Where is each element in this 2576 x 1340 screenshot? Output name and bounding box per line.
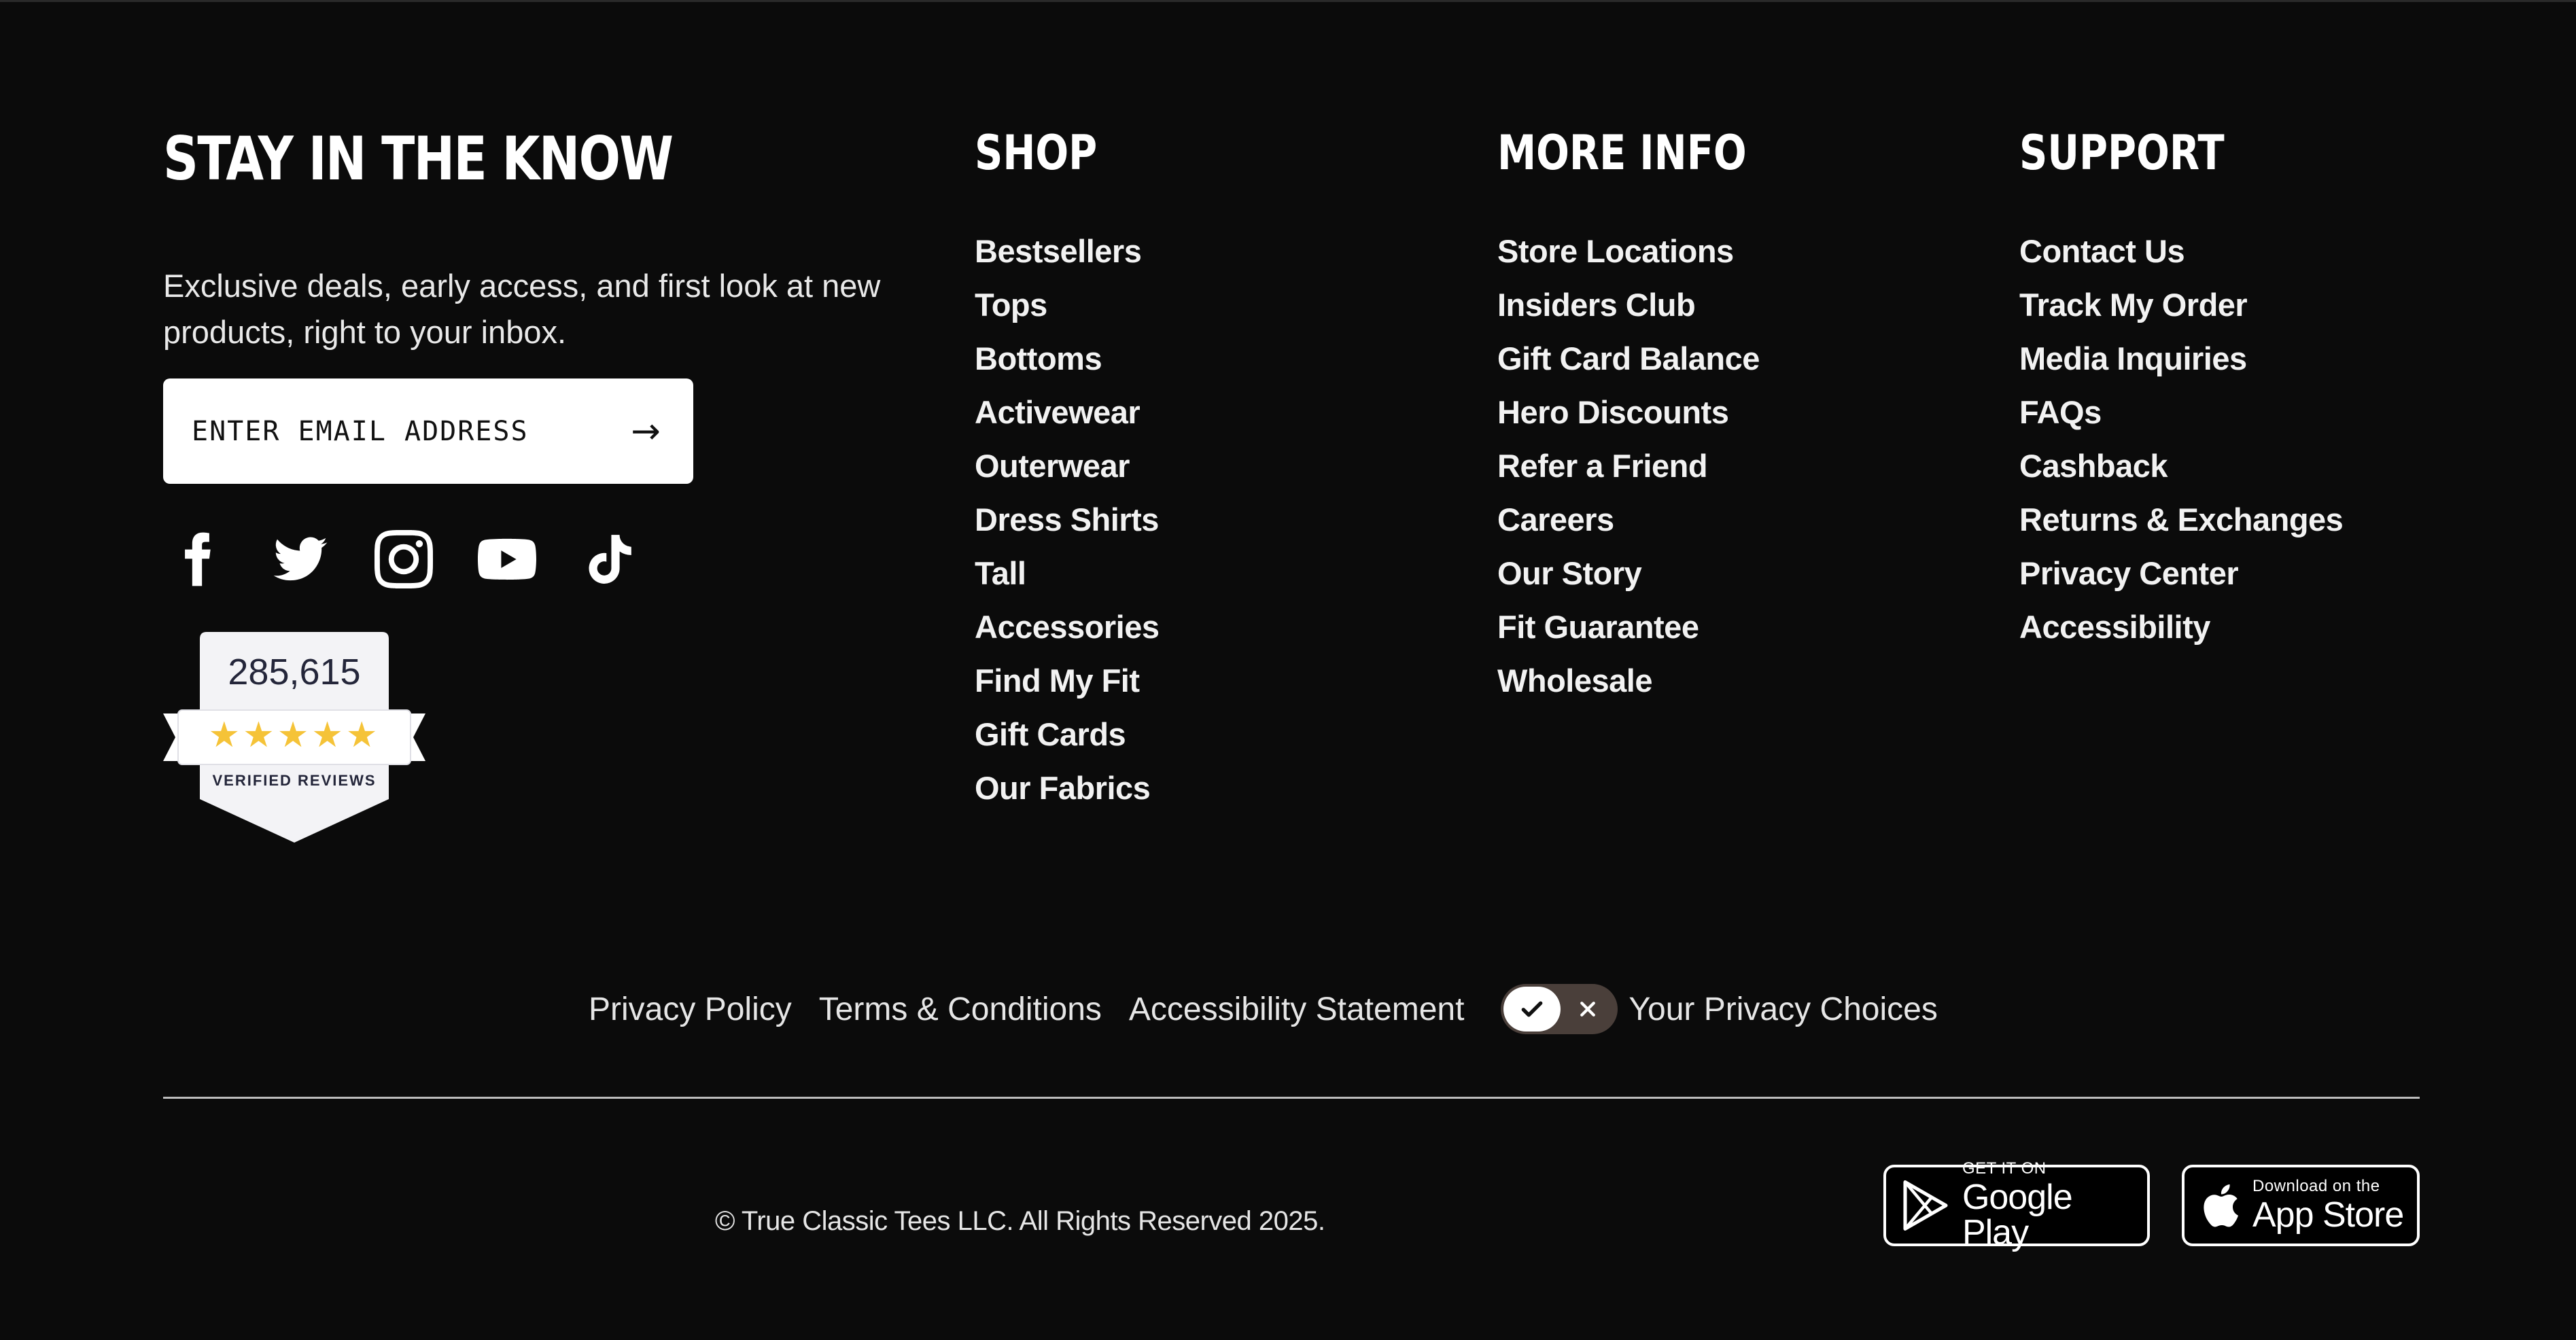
verified-reviews-badge[interactable]: 285,615 ★★★★★ VERIFIED REVIEWS [163, 632, 425, 843]
instagram-icon[interactable] [370, 525, 438, 593]
privacy-choices-link[interactable]: Your Privacy Choices [1629, 991, 1937, 1028]
tiktok-icon[interactable] [576, 525, 644, 593]
support-link-media-inquiries[interactable]: Media Inquiries [2019, 340, 2247, 376]
accessibility-statement-link[interactable]: Accessibility Statement [1129, 991, 1465, 1028]
info-link-insiders-club[interactable]: Insiders Club [1497, 287, 1696, 323]
privacy-choices-toggle[interactable] [1501, 984, 1618, 1034]
shop-link-bottoms[interactable]: Bottoms [975, 340, 1102, 376]
more-info-links: Store Locations Insiders Club Gift Card … [1497, 224, 1932, 707]
shop-link-gift-cards[interactable]: Gift Cards [975, 716, 1126, 752]
info-link-our-story[interactable]: Our Story [1497, 555, 1642, 591]
info-link-wholesale[interactable]: Wholesale [1497, 663, 1652, 699]
apple-icon [2204, 1184, 2238, 1227]
shop-link-dress-shirts[interactable]: Dress Shirts [975, 501, 1159, 537]
support-link-privacy-center[interactable]: Privacy Center [2019, 555, 2239, 591]
shop-link-activewear[interactable]: Activewear [975, 394, 1141, 430]
app-store-small-text: Download on the [2252, 1177, 2380, 1195]
info-link-careers[interactable]: Careers [1497, 501, 1614, 537]
email-submit-arrow-icon[interactable]: → [625, 404, 666, 459]
support-link-accessibility[interactable]: Accessibility [2019, 609, 2210, 645]
support-link-returns-exchanges[interactable]: Returns & Exchanges [2019, 501, 2344, 537]
checkmark-icon [1522, 1001, 1543, 1017]
email-input[interactable] [190, 415, 625, 448]
info-link-refer-a-friend[interactable]: Refer a Friend [1497, 448, 1708, 484]
shop-column: SHOP Bestsellers Tops Bottoms Activewear… [975, 125, 1160, 806]
support-column: SUPPORT Contact Us Track My Order Media … [2019, 125, 2344, 645]
support-link-contact-us[interactable]: Contact Us [2019, 233, 2185, 269]
google-play-label: Google Play [1962, 1178, 2073, 1252]
info-link-hero-discounts[interactable]: Hero Discounts [1497, 394, 1729, 430]
review-count: 285,615 [228, 652, 361, 692]
shop-link-our-fabrics[interactable]: Our Fabrics [975, 770, 1151, 806]
legal-links: Privacy Policy Terms & Conditions Access… [589, 978, 1938, 1040]
shop-link-find-my-fit[interactable]: Find My Fit [975, 663, 1140, 699]
twitter-icon[interactable] [266, 525, 334, 593]
shop-links: Bestsellers Tops Bottoms Activewear Oute… [975, 224, 1410, 815]
terms-conditions-link[interactable]: Terms & Conditions [819, 991, 1102, 1028]
top-border [0, 0, 2576, 2]
email-form: → [163, 378, 693, 484]
support-link-track-my-order[interactable]: Track My Order [2019, 287, 2248, 323]
support-link-faqs[interactable]: FAQs [2019, 394, 2102, 430]
google-play-button[interactable]: GET IT ON Google Play [1883, 1161, 2150, 1250]
app-store-button[interactable]: Download on the App Store [2182, 1165, 2420, 1246]
shop-link-accessories[interactable]: Accessories [975, 609, 1160, 645]
toggle-off-side [1561, 999, 1615, 1019]
shop-heading: SHOP [975, 125, 1098, 181]
support-link-cashback[interactable]: Cashback [2019, 448, 2168, 484]
toggle-knob [1503, 987, 1561, 1032]
verified-reviews-label: VERIFIED REVIEWS [212, 772, 377, 789]
app-store-label: App Store [2252, 1195, 2404, 1235]
newsletter-section: STAY IN THE KNOW Exclusive deals, early … [163, 124, 952, 588]
google-play-icon [1903, 1180, 1948, 1231]
support-heading: SUPPORT [2019, 125, 2225, 181]
shop-link-tops[interactable]: Tops [975, 287, 1047, 323]
info-link-store-locations[interactable]: Store Locations [1497, 233, 1734, 269]
footer-divider [163, 1097, 2420, 1099]
shop-link-bestsellers[interactable]: Bestsellers [975, 233, 1142, 269]
support-links: Contact Us Track My Order Media Inquirie… [2019, 224, 2454, 654]
newsletter-title: STAY IN THE KNOW [163, 124, 674, 194]
google-play-small-text: GET IT ON [1962, 1159, 2047, 1178]
close-icon [1580, 1002, 1596, 1017]
info-link-gift-card-balance[interactable]: Gift Card Balance [1497, 340, 1760, 376]
facebook-icon[interactable] [163, 525, 231, 593]
copyright-text: © True Classic Tees LLC. All Rights Rese… [715, 1206, 1325, 1236]
social-links [163, 525, 680, 593]
privacy-policy-link[interactable]: Privacy Policy [589, 991, 792, 1028]
more-info-heading: MORE INFO [1497, 125, 1747, 181]
rating-stars: ★★★★★ [208, 715, 381, 756]
shop-link-outerwear[interactable]: Outerwear [975, 448, 1130, 484]
shop-link-tall[interactable]: Tall [975, 555, 1026, 591]
more-info-column: MORE INFO Store Locations Insiders Club … [1497, 125, 1801, 699]
info-link-fit-guarantee[interactable]: Fit Guarantee [1497, 609, 1699, 645]
youtube-icon[interactable] [473, 525, 541, 593]
newsletter-description: Exclusive deals, early access, and first… [163, 268, 881, 350]
